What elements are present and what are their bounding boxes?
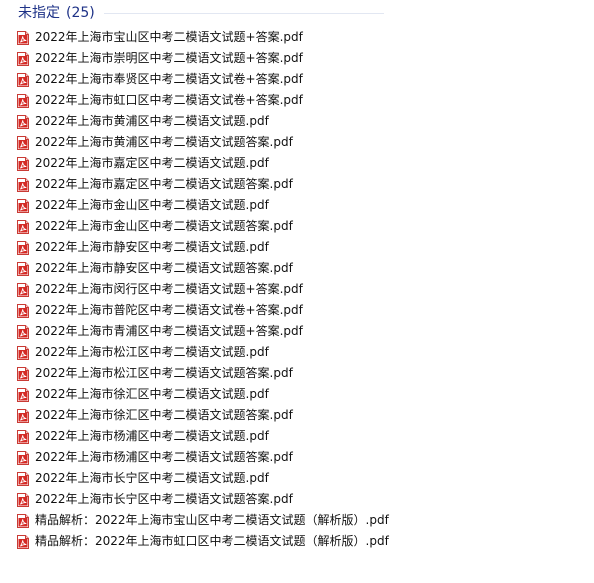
pdf-icon [17, 52, 29, 66]
file-list-item[interactable]: 2022年上海市杨浦区中考二模语文试题答案.pdf [0, 447, 594, 468]
file-name: 2022年上海市黄浦区中考二模语文试题答案.pdf [35, 135, 293, 149]
file-list-item[interactable]: 2022年上海市徐汇区中考二模语文试题.pdf [0, 384, 594, 405]
pdf-icon [17, 514, 29, 528]
file-name: 2022年上海市静安区中考二模语文试题答案.pdf [35, 261, 293, 275]
pdf-icon [17, 115, 29, 129]
file-name: 2022年上海市杨浦区中考二模语文试题.pdf [35, 429, 269, 443]
file-list-item[interactable]: 2022年上海市长宁区中考二模语文试题答案.pdf [0, 489, 594, 510]
pdf-icon [17, 493, 29, 507]
file-name: 2022年上海市普陀区中考二模语文试卷+答案.pdf [35, 303, 303, 317]
pdf-icon [17, 199, 29, 213]
file-list-item[interactable]: 2022年上海市奉贤区中考二模语文试卷+答案.pdf [0, 69, 594, 90]
pdf-icon [17, 367, 29, 381]
file-name: 2022年上海市静安区中考二模语文试题.pdf [35, 240, 269, 254]
file-name: 精品解析：2022年上海市宝山区中考二模语文试题（解析版）.pdf [35, 513, 389, 527]
file-name: 2022年上海市奉贤区中考二模语文试卷+答案.pdf [35, 72, 303, 86]
file-list-item[interactable]: 2022年上海市青浦区中考二模语文试题+答案.pdf [0, 321, 594, 342]
group-title[interactable]: 未指定 (25) [18, 4, 95, 22]
pdf-icon [17, 451, 29, 465]
file-list-item[interactable]: 2022年上海市崇明区中考二模语文试题+答案.pdf [0, 48, 594, 69]
pdf-icon [17, 535, 29, 549]
pdf-icon [17, 472, 29, 486]
file-name: 精品解析：2022年上海市虹口区中考二模语文试题（解析版）.pdf [35, 534, 389, 548]
pdf-icon [17, 304, 29, 318]
pdf-icon [17, 283, 29, 297]
file-name: 2022年上海市闵行区中考二模语文试题+答案.pdf [35, 282, 303, 296]
file-list-item[interactable]: 2022年上海市金山区中考二模语文试题答案.pdf [0, 216, 594, 237]
pdf-icon [17, 325, 29, 339]
file-name: 2022年上海市杨浦区中考二模语文试题答案.pdf [35, 450, 293, 464]
file-list-item[interactable]: 2022年上海市徐汇区中考二模语文试题答案.pdf [0, 405, 594, 426]
file-name: 2022年上海市虹口区中考二模语文试卷+答案.pdf [35, 93, 303, 107]
file-list-item[interactable]: 2022年上海市闵行区中考二模语文试题+答案.pdf [0, 279, 594, 300]
pdf-icon [17, 157, 29, 171]
file-list-item[interactable]: 2022年上海市松江区中考二模语文试题.pdf [0, 342, 594, 363]
pdf-icon [17, 262, 29, 276]
file-name: 2022年上海市嘉定区中考二模语文试题答案.pdf [35, 177, 293, 191]
group-count: (25) [66, 5, 95, 21]
pdf-icon [17, 430, 29, 444]
file-list-item[interactable]: 2022年上海市静安区中考二模语文试题答案.pdf [0, 258, 594, 279]
file-list-item[interactable]: 2022年上海市普陀区中考二模语文试卷+答案.pdf [0, 300, 594, 321]
file-name: 2022年上海市崇明区中考二模语文试题+答案.pdf [35, 51, 303, 65]
file-list-item[interactable]: 2022年上海市杨浦区中考二模语文试题.pdf [0, 426, 594, 447]
file-list-item[interactable]: 2022年上海市长宁区中考二模语文试题.pdf [0, 468, 594, 489]
file-name: 2022年上海市松江区中考二模语文试题答案.pdf [35, 366, 293, 380]
file-name: 2022年上海市长宁区中考二模语文试题答案.pdf [35, 492, 293, 506]
file-list-item[interactable]: 2022年上海市金山区中考二模语文试题.pdf [0, 195, 594, 216]
group-divider [104, 13, 384, 14]
pdf-icon [17, 220, 29, 234]
group-title-label: 未指定 [18, 5, 60, 21]
file-name: 2022年上海市金山区中考二模语文试题答案.pdf [35, 219, 293, 233]
file-list-item[interactable]: 2022年上海市黄浦区中考二模语文试题.pdf [0, 111, 594, 132]
file-name: 2022年上海市宝山区中考二模语文试题+答案.pdf [35, 30, 303, 44]
file-name: 2022年上海市嘉定区中考二模语文试题.pdf [35, 156, 269, 170]
file-list-item[interactable]: 2022年上海市黄浦区中考二模语文试题答案.pdf [0, 132, 594, 153]
pdf-icon [17, 94, 29, 108]
group-header[interactable]: 未指定 (25) [0, 0, 594, 26]
file-list-item[interactable]: 2022年上海市嘉定区中考二模语文试题答案.pdf [0, 174, 594, 195]
file-name: 2022年上海市黄浦区中考二模语文试题.pdf [35, 114, 269, 128]
file-list-item[interactable]: 2022年上海市虹口区中考二模语文试卷+答案.pdf [0, 90, 594, 111]
pdf-icon [17, 73, 29, 87]
pdf-icon [17, 136, 29, 150]
file-name: 2022年上海市金山区中考二模语文试题.pdf [35, 198, 269, 212]
file-name: 2022年上海市松江区中考二模语文试题.pdf [35, 345, 269, 359]
file-list-item[interactable]: 2022年上海市宝山区中考二模语文试题+答案.pdf [0, 27, 594, 48]
file-list-item[interactable]: 2022年上海市松江区中考二模语文试题答案.pdf [0, 363, 594, 384]
file-name: 2022年上海市徐汇区中考二模语文试题答案.pdf [35, 408, 293, 422]
pdf-icon [17, 31, 29, 45]
pdf-icon [17, 178, 29, 192]
pdf-icon [17, 388, 29, 402]
file-list-item[interactable]: 精品解析：2022年上海市宝山区中考二模语文试题（解析版）.pdf [0, 510, 594, 531]
file-list-item[interactable]: 2022年上海市静安区中考二模语文试题.pdf [0, 237, 594, 258]
pdf-icon [17, 241, 29, 255]
file-name: 2022年上海市长宁区中考二模语文试题.pdf [35, 471, 269, 485]
file-list-item[interactable]: 精品解析：2022年上海市虹口区中考二模语文试题（解析版）.pdf [0, 531, 594, 552]
pdf-icon [17, 346, 29, 360]
file-name: 2022年上海市徐汇区中考二模语文试题.pdf [35, 387, 269, 401]
file-list-item[interactable]: 2022年上海市嘉定区中考二模语文试题.pdf [0, 153, 594, 174]
pdf-icon [17, 409, 29, 423]
file-list: 2022年上海市宝山区中考二模语文试题+答案.pdf 2022年上海市崇明区中考… [0, 27, 594, 552]
file-name: 2022年上海市青浦区中考二模语文试题+答案.pdf [35, 324, 303, 338]
